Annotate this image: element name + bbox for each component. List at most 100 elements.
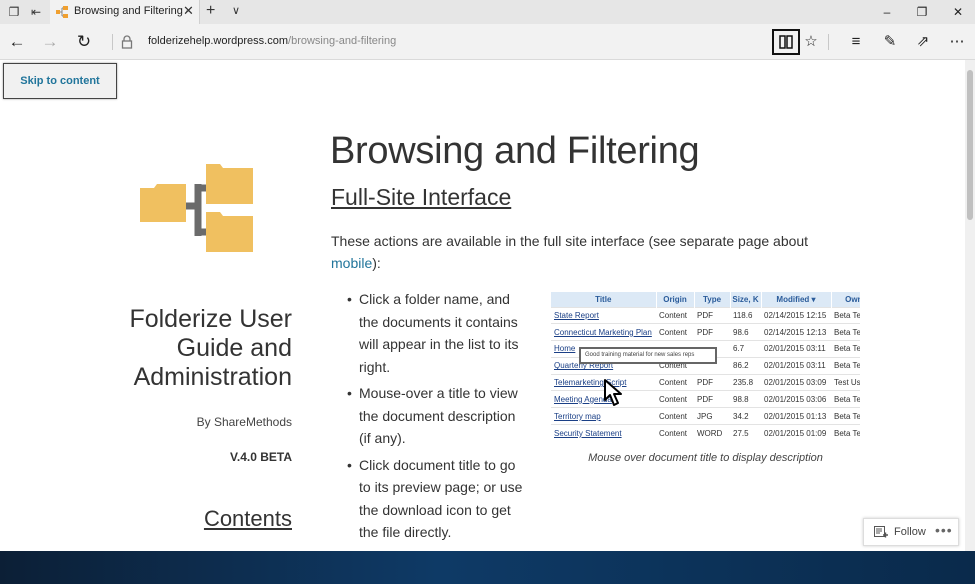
site-title[interactable]: Folderize User Guide and Administration [80, 305, 292, 392]
more-icon[interactable]: ⋯ [946, 31, 968, 53]
column-header: Owne [831, 292, 860, 307]
lock-icon[interactable] [121, 35, 133, 49]
divider [828, 34, 829, 50]
folderize-logo-icon [140, 164, 253, 252]
cell: Beta Tes [831, 390, 860, 408]
cell: WORD [694, 424, 730, 442]
forward-arrow-icon[interactable]: → [39, 31, 61, 53]
table-row: Security Statement Content WORD 27.5 02/01/2… [551, 424, 860, 442]
cell: PDF [694, 323, 730, 341]
vertical-scrollbar[interactable] [965, 60, 975, 551]
cell: 6.7 [730, 340, 761, 358]
cell: 02/14/2015 12:13 [761, 323, 831, 341]
close-tab-icon[interactable]: ✕ [183, 3, 194, 19]
book-icon [779, 35, 793, 49]
tab-browsing-and-filtering[interactable]: Browsing and Filtering - ✕ [50, 0, 200, 24]
cell: 02/01/2015 03:11 [761, 356, 831, 375]
cell: Connecticut Marketing Plan [551, 323, 656, 341]
restore-icon[interactable]: ❐ [914, 3, 930, 21]
cell: Test Use [831, 373, 860, 391]
cell: Content [656, 306, 694, 324]
back-arrow-icon[interactable]: ← [6, 31, 28, 53]
cell: 98.8 [730, 390, 761, 408]
cell: 235.8 [730, 373, 761, 391]
url-path: /browsing-and-filtering [288, 35, 397, 47]
cell: 27.5 [730, 424, 761, 442]
table-row: Connecticut Marketing Plan Content PDF 98.6… [551, 323, 860, 341]
pen-icon[interactable]: ✎ [879, 31, 901, 53]
sort-desc-icon: ▾ [811, 294, 816, 304]
cell: 02/01/2015 01:09 [761, 424, 831, 442]
favorite-star-icon[interactable]: ☆ [800, 31, 822, 53]
desktop-background [0, 551, 975, 584]
section-title[interactable]: Full-Site Interface [331, 184, 511, 211]
mouse-cursor-icon [604, 379, 622, 406]
cell: PDF [694, 373, 730, 391]
contents-link[interactable]: Contents [80, 506, 292, 532]
table-row: State Report Content PDF 118.6 02/14/2015 12… [551, 306, 860, 324]
cell: 02/01/2015 03:09 [761, 373, 831, 391]
cell: 34.2 [730, 407, 761, 425]
cell: Content [656, 323, 694, 341]
refresh-icon[interactable]: ↻ [73, 31, 95, 53]
cell: 02/01/2015 03:11 [761, 340, 831, 358]
table-header-row: Title Origin Type Size, K Modified ▾ Own… [551, 292, 860, 307]
column-header: Origin [656, 292, 695, 307]
byline: By ShareMethods [196, 415, 292, 429]
table-row: Territory map Content JPG 34.2 02/01/2015 01… [551, 407, 860, 425]
cell: PDF [694, 306, 730, 324]
chevron-down-icon[interactable]: ∨ [232, 4, 240, 17]
follow-icon [874, 526, 888, 538]
cell: Content [656, 373, 694, 391]
cell: Beta Tes [831, 306, 860, 324]
cell: Beta Tes [831, 407, 860, 425]
cell: Beta Tes [831, 340, 860, 358]
tab-actions-icon[interactable]: ❐ [6, 4, 22, 20]
cell: State Report [551, 306, 656, 324]
folderize-favicon-icon [56, 6, 68, 18]
cell: 02/01/2015 01:13 [761, 407, 831, 425]
skip-to-content-link[interactable]: Skip to content [3, 63, 117, 99]
address-field[interactable]: folderizehelp.wordpress.com/browsing-and… [148, 35, 396, 47]
column-header-label: Modified [776, 294, 810, 304]
document-table: Title Origin Type Size, K Modified ▾ Own… [551, 292, 860, 442]
column-header: Title [551, 292, 657, 307]
browser-window: ❐ ⇤ Browsing and Filtering - ✕ + ∨ ‒ ❐ ✕… [0, 0, 975, 551]
mobile-link[interactable]: mobile [331, 255, 372, 271]
set-aside-tabs-icon[interactable]: ⇤ [28, 4, 44, 20]
hub-icon[interactable]: ≡ [845, 31, 867, 53]
cell: Beta Tes [831, 424, 860, 442]
address-bar-row: ← → ↻ folderizehelp.wordpress.com/browsi… [0, 24, 975, 60]
minimize-icon[interactable]: ‒ [879, 3, 895, 21]
cell: Content [656, 407, 694, 425]
close-window-icon[interactable]: ✕ [950, 3, 966, 21]
version-label: V.4.0 BETA [229, 450, 292, 464]
page-content: Skip to content Folderize User Guide and… [0, 60, 965, 551]
column-header: Type [694, 292, 731, 307]
table-row: Meeting Agenda Content PDF 98.8 02/01/2015 0… [551, 390, 860, 408]
document-list-screenshot: Title Origin Type Size, K Modified ▾ Own… [551, 292, 860, 442]
url-host: folderizehelp.wordpress.com [148, 35, 289, 47]
share-icon[interactable]: ⇗ [912, 31, 934, 53]
table-row: Telemarketing Script Content PDF 235.8 02/01… [551, 373, 860, 391]
intro-end: ): [372, 255, 381, 271]
scroll-thumb[interactable] [967, 70, 973, 220]
cell: 118.6 [730, 306, 761, 324]
more-options-icon[interactable]: ••• [935, 522, 953, 538]
column-header: Modified ▾ [761, 292, 832, 307]
page-title: Browsing and Filtering [330, 130, 700, 172]
column-header: Size, K [730, 292, 762, 307]
cell: Security Statement [551, 424, 656, 442]
cell: 98.6 [730, 323, 761, 341]
list-item: Click a folder name, and the documents i… [347, 288, 527, 378]
follow-button[interactable]: Follow ••• [863, 518, 959, 546]
list-item: Mouse-over a title to view the document … [347, 382, 527, 450]
cell: PDF [694, 390, 730, 408]
cell: Beta Tes [831, 323, 860, 341]
description-tooltip: Good training material for new sales rep… [579, 347, 717, 364]
cell: Content [656, 390, 694, 408]
reading-view-button[interactable] [772, 29, 800, 55]
new-tab-icon[interactable]: + [206, 2, 215, 20]
cell: JPG [694, 407, 730, 425]
cell: Beta Tes [831, 356, 860, 375]
